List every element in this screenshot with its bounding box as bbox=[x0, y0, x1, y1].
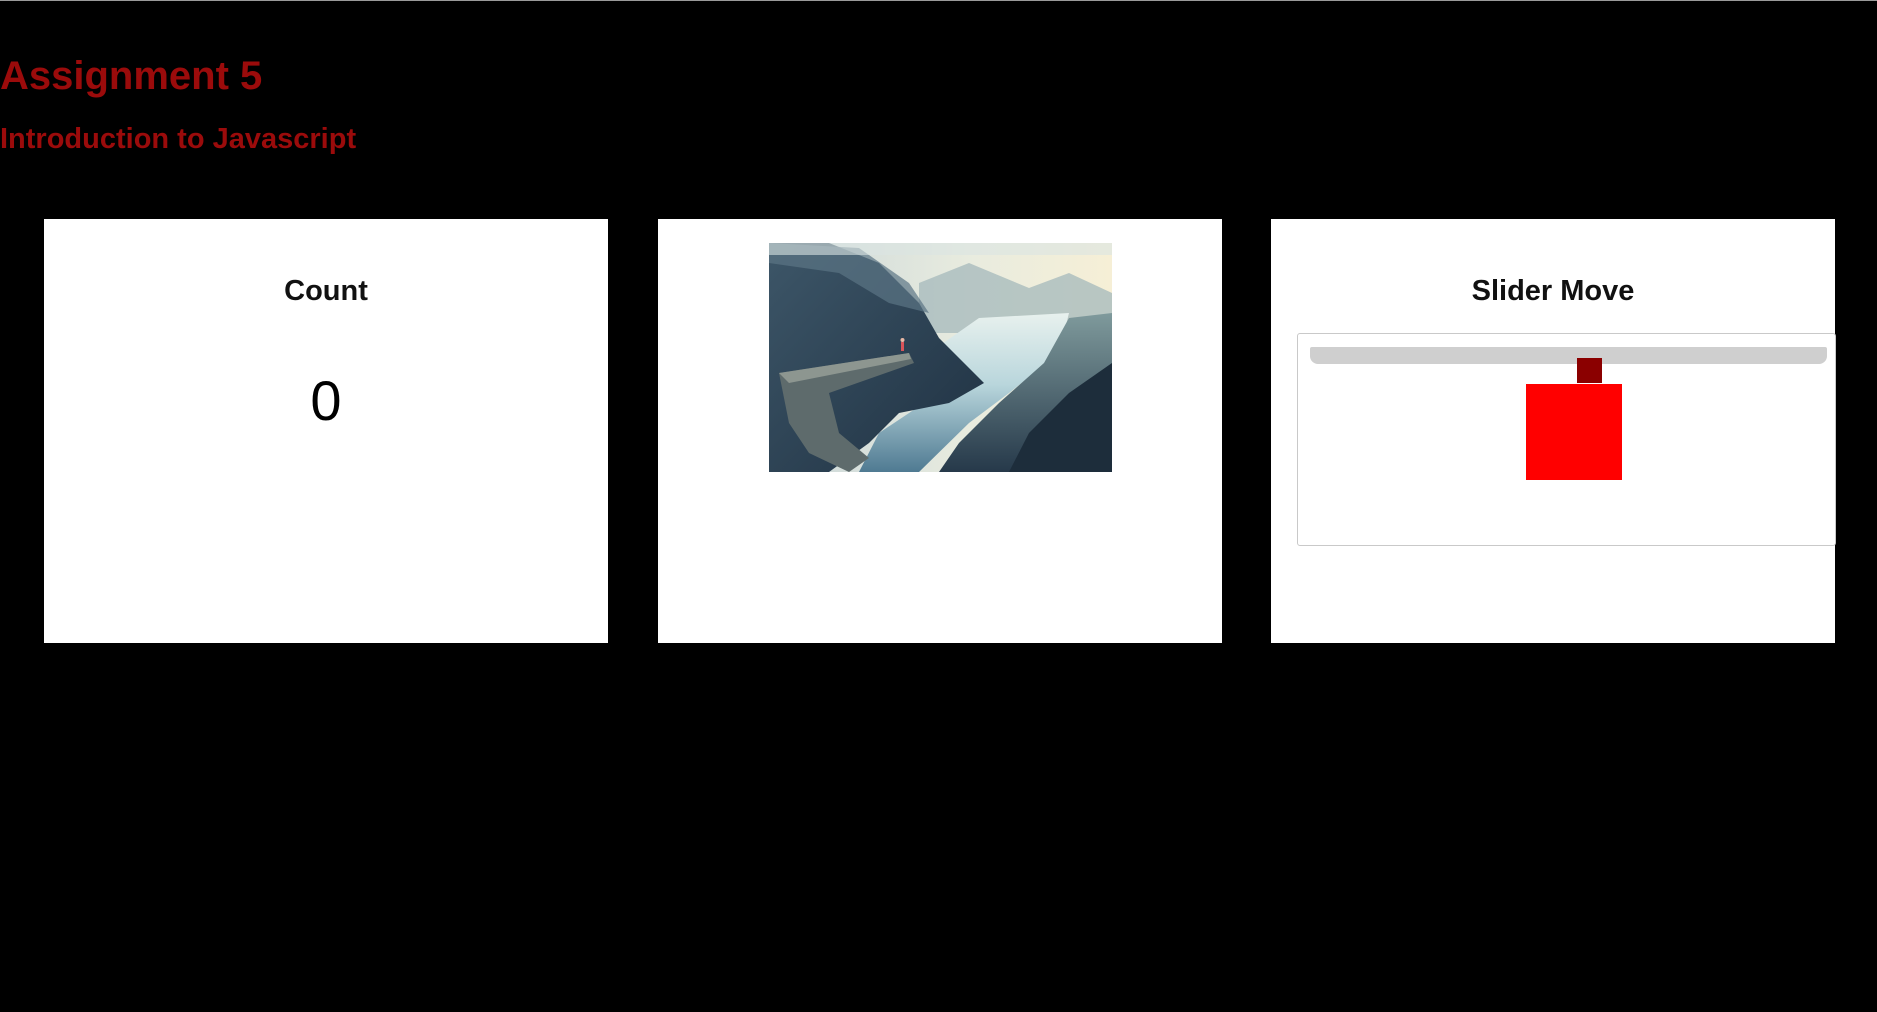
image-card[interactable] bbox=[658, 219, 1222, 643]
count-value: 0 bbox=[310, 369, 342, 432]
moving-red-box bbox=[1526, 384, 1623, 480]
page-subtitle: Introduction to Javascript bbox=[0, 123, 357, 155]
range-slider-track[interactable] bbox=[1310, 347, 1827, 383]
slider-card[interactable]: Slider Move bbox=[1271, 219, 1836, 643]
page-title: Assignment 5 bbox=[0, 54, 263, 98]
slider-thumb[interactable] bbox=[1577, 358, 1603, 383]
page: Assignment 5 Introduction to Javascript … bbox=[0, 0, 1877, 1012]
count-title: Count bbox=[284, 275, 368, 307]
fjord-landscape-image bbox=[769, 243, 1112, 472]
slider-container bbox=[1297, 333, 1836, 546]
landscape-image[interactable] bbox=[769, 243, 1112, 472]
top-divider bbox=[0, 0, 1877, 1]
count-card[interactable]: Count 0 bbox=[44, 219, 608, 643]
slider-title: Slider Move bbox=[1471, 275, 1635, 307]
